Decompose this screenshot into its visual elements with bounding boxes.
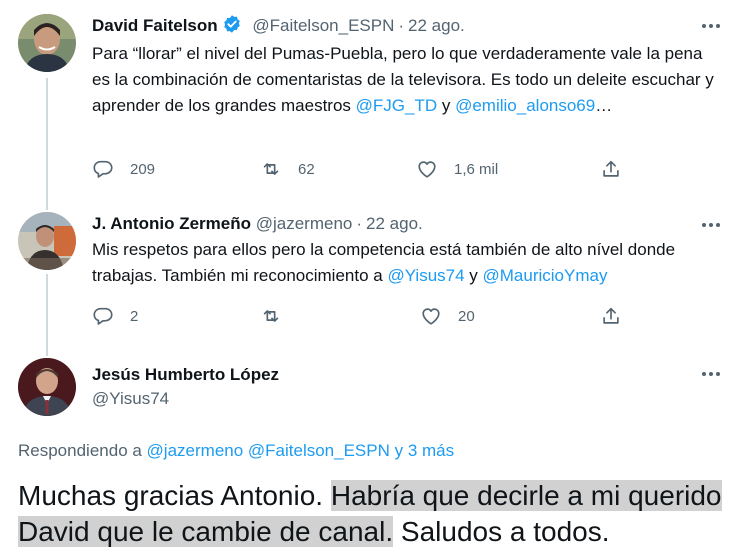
text-segment: …	[595, 96, 613, 115]
tweet-header: David Faitelson @Faitelson_ESPN · 22 ago.	[92, 14, 465, 40]
share-button[interactable]	[600, 156, 622, 182]
text-segment: Saludos a todos.	[393, 516, 610, 547]
replying-to-mentions[interactable]: @jazermeno @Faitelson_ESPN y 3 más	[147, 441, 455, 460]
text-segment: y	[464, 266, 483, 285]
retweet-button[interactable]: 62	[260, 156, 315, 182]
author-name[interactable]: Jesús Humberto López	[92, 365, 279, 384]
author-handle[interactable]: @jazermeno	[256, 214, 353, 233]
tweet-text: Para “llorar” el nivel del Pumas-Puebla,…	[92, 41, 722, 119]
author-name[interactable]: David Faitelson	[92, 16, 218, 35]
author-handle[interactable]: @Faitelson_ESPN	[252, 16, 394, 35]
avatar-photo	[18, 212, 76, 270]
retweet-button[interactable]	[260, 303, 298, 329]
avatar-faitelson[interactable]	[18, 14, 76, 72]
reply-icon	[93, 160, 113, 178]
thread-line-top	[46, 196, 48, 210]
mention-link[interactable]: @emilio_alonso69	[455, 96, 595, 115]
like-icon	[418, 161, 436, 178]
avatar-photo	[18, 358, 76, 416]
replying-to: Respondiendo a @jazermeno @Faitelson_ESP…	[18, 440, 454, 462]
tweet-zermeno[interactable]: J. Antonio Zermeño @jazermeno · 22 ago. Mi…	[0, 196, 741, 346]
like-button[interactable]: 20	[420, 303, 475, 329]
text-segment: Muchas gracias Antonio.	[18, 480, 331, 511]
mention-link[interactable]: @FJG_TD	[356, 96, 437, 115]
mention-link[interactable]: @MauricioYmay	[483, 266, 608, 285]
main-tweet-text: Muchas gracias Antonio. Habría que decir…	[18, 478, 734, 550]
retweet-count: 62	[298, 160, 315, 178]
author-name[interactable]: J. Antonio Zermeño	[92, 214, 251, 233]
thread-line	[46, 78, 48, 200]
like-button[interactable]: 1,6 mil	[416, 156, 498, 182]
share-icon	[603, 307, 619, 324]
more-icon[interactable]	[699, 364, 723, 384]
like-count: 1,6 mil	[454, 160, 499, 178]
share-icon	[603, 160, 619, 177]
more-icon[interactable]	[699, 215, 723, 235]
mention-link[interactable]: @Yisus74	[387, 266, 464, 285]
verified-icon	[222, 14, 242, 40]
tweet-header: Jesús Humberto López	[92, 364, 279, 386]
tweet-text: Mis respetos para ellos pero la competen…	[92, 237, 722, 289]
separator-dot: ·	[356, 214, 363, 233]
reply-count: 209	[130, 160, 156, 178]
retweet-icon	[263, 163, 279, 175]
avatar-photo	[18, 14, 76, 72]
text-segment: y	[437, 96, 456, 115]
reply-icon	[93, 307, 113, 325]
avatar-zermeno[interactable]	[18, 212, 76, 270]
tweet-faitelson[interactable]: David Faitelson @Faitelson_ESPN · 22 ago. …	[0, 0, 741, 200]
tweet-date[interactable]: 22 ago.	[366, 214, 423, 233]
tweet-actions: 209 62 1,6 mil	[92, 156, 632, 182]
replying-to-label: Respondiendo a	[18, 441, 147, 460]
thread-line-top	[46, 346, 48, 356]
reply-button[interactable]: 2	[92, 303, 138, 329]
retweet-icon	[263, 310, 279, 322]
share-button[interactable]	[600, 303, 622, 329]
tweet-header-handle: @Yisus74	[92, 388, 169, 410]
separator-dot: ·	[398, 16, 405, 35]
reply-count: 2	[130, 307, 139, 325]
tweet-header: J. Antonio Zermeño @jazermeno · 22 ago.	[92, 213, 423, 235]
tweet-actions: 2 20	[92, 303, 632, 329]
author-handle[interactable]: @Yisus74	[92, 389, 169, 408]
tweet-date[interactable]: 22 ago.	[408, 16, 465, 35]
reply-button[interactable]: 209	[92, 156, 155, 182]
thread-line	[46, 274, 48, 346]
more-icon[interactable]	[699, 16, 723, 36]
avatar-lopez[interactable]	[18, 358, 76, 416]
like-icon	[422, 308, 440, 325]
like-count: 20	[458, 307, 475, 325]
